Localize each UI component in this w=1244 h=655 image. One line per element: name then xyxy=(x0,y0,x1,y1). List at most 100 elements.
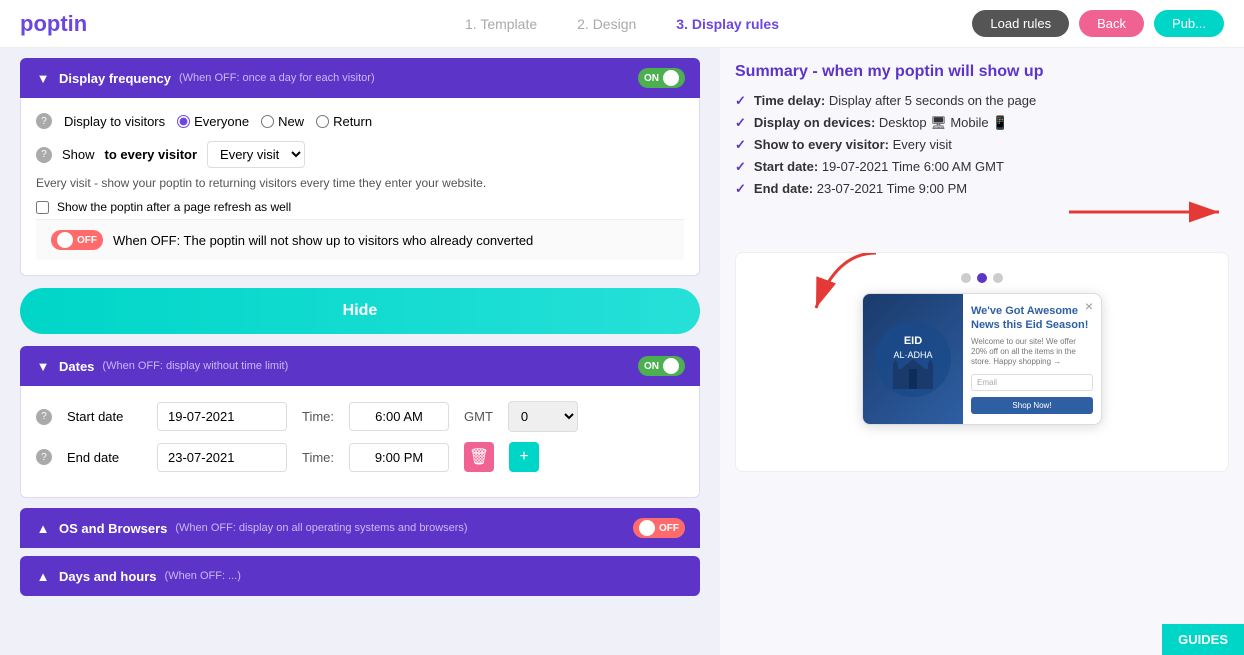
visitor-radio-group: Everyone New Return xyxy=(177,114,372,129)
preview-dot-1 xyxy=(961,273,971,283)
summary-item-1: ✓ Time delay: Display after 5 seconds on… xyxy=(735,93,1229,109)
os-toggle[interactable]: OFF xyxy=(633,518,685,538)
header-actions: Load rules Back Pub... xyxy=(972,10,1224,37)
display-visitors-help-icon[interactable]: ? xyxy=(36,113,52,129)
days-title: ▲ Days and hours (When OFF: ...) xyxy=(35,568,241,584)
arrow-right-icon xyxy=(1059,192,1239,232)
logo: poptin xyxy=(20,11,87,37)
dates-section: ▼ Dates (When OFF: display without time … xyxy=(20,346,700,498)
popup-shop-button[interactable]: Shop Now! xyxy=(971,397,1093,414)
delete-date-button[interactable]: 🗑 xyxy=(464,442,494,472)
show-visitor-help-icon[interactable]: ? xyxy=(36,147,52,163)
radio-new[interactable]: New xyxy=(261,114,304,129)
preview-dot-3 xyxy=(993,273,1003,283)
summary-text-1: Display after 5 seconds on the page xyxy=(829,93,1036,108)
svg-text:EID: EID xyxy=(904,335,922,347)
dates-chevron-icon: ▼ xyxy=(35,358,51,374)
summary-bold-4: Start date: xyxy=(754,159,818,174)
converted-row: OFF When OFF: The poptin will not show u… xyxy=(36,219,684,260)
step-design[interactable]: 2. Design xyxy=(577,16,636,32)
preview-dot-2 xyxy=(977,273,987,283)
dates-header[interactable]: ▼ Dates (When OFF: display without time … xyxy=(20,346,700,386)
end-date-help-icon[interactable]: ? xyxy=(36,449,52,465)
page-refresh-checkbox[interactable] xyxy=(36,201,49,214)
end-date-input[interactable] xyxy=(157,443,287,472)
popup-email-input: Email xyxy=(971,374,1093,391)
converted-toggle[interactable]: OFF xyxy=(51,230,103,250)
nav-steps: 1. Template 2. Design 3. Display rules xyxy=(465,16,779,32)
os-subtitle: (When OFF: display on all operating syst… xyxy=(175,522,467,534)
display-visitors-row: ? Display to visitors Everyone New xyxy=(36,113,684,129)
radio-return[interactable]: Return xyxy=(316,114,372,129)
days-subtitle: (When OFF: ...) xyxy=(165,570,241,582)
display-frequency-toggle[interactable]: ON xyxy=(638,68,685,88)
dates-toggle[interactable]: ON xyxy=(638,356,685,376)
popup-content: EID AL·ADHA xyxy=(863,294,1101,424)
os-chevron-icon: ▲ xyxy=(35,520,51,536)
gmt-label: GMT xyxy=(464,409,493,424)
dates-title: ▼ Dates (When OFF: display without time … xyxy=(35,358,288,374)
display-frequency-body: ? Display to visitors Everyone New xyxy=(20,98,700,276)
display-frequency-title: ▼ Display frequency (When OFF: once a da… xyxy=(35,70,375,86)
start-date-label: Start date xyxy=(67,409,142,424)
toggle-label: ON xyxy=(644,73,659,84)
display-frequency-subtitle: (When OFF: once a day for each visitor) xyxy=(179,72,375,84)
main-layout: ▼ Display frequency (When OFF: once a da… xyxy=(0,48,1244,655)
converted-toggle-label: OFF xyxy=(77,235,97,246)
header: poptin 1. Template 2. Design 3. Display … xyxy=(0,0,1244,48)
step-template[interactable]: 1. Template xyxy=(465,16,537,32)
popup-close-icon[interactable]: × xyxy=(1085,298,1093,314)
start-date-help-icon[interactable]: ? xyxy=(36,409,52,425)
display-to-label: Display to visitors xyxy=(64,114,165,129)
os-header[interactable]: ▲ OS and Browsers (When OFF: display on … xyxy=(20,508,700,548)
preview-area: × EID AL·ADHA xyxy=(735,252,1229,472)
svg-text:AL·ADHA: AL·ADHA xyxy=(893,350,932,360)
eid-logo-svg: EID AL·ADHA xyxy=(873,314,953,404)
show-visitor-row: ? Show to every visitor Every visit Once… xyxy=(36,141,684,168)
summary-bold-5: End date: xyxy=(754,181,813,196)
summary-item-4: ✓ Start date: 19-07-2021 Time 6:00 AM GM… xyxy=(735,159,1229,175)
popup-image: EID AL·ADHA xyxy=(863,294,963,424)
start-date-input[interactable] xyxy=(157,402,287,431)
end-date-label: End date xyxy=(67,450,142,465)
hide-button[interactable]: Hide xyxy=(20,288,700,334)
start-time-input[interactable] xyxy=(349,402,449,431)
summary-bold-2: Display on devices: xyxy=(754,115,875,130)
summary-bold-1: Time delay: xyxy=(754,93,825,108)
days-chevron-icon: ▲ xyxy=(35,568,51,584)
popup-preview: × EID AL·ADHA xyxy=(862,293,1102,425)
step-display-rules[interactable]: 3. Display rules xyxy=(676,16,779,32)
gmt-select[interactable]: 0 1 -1 xyxy=(508,401,578,432)
summary-text-3: Every visit xyxy=(893,137,952,152)
toggle-circle xyxy=(663,70,679,86)
days-header[interactable]: ▲ Days and hours (When OFF: ...) OFF xyxy=(20,556,700,596)
show-bold-label: to every visitor xyxy=(105,147,198,162)
radio-everyone[interactable]: Everyone xyxy=(177,114,249,129)
os-section: ▲ OS and Browsers (When OFF: display on … xyxy=(20,508,700,548)
end-time-input[interactable] xyxy=(349,443,449,472)
check-icon-1: ✓ xyxy=(735,93,746,109)
check-icon-2: ✓ xyxy=(735,115,746,131)
publish-button[interactable]: Pub... xyxy=(1154,10,1224,37)
dates-subtitle: (When OFF: display without time limit) xyxy=(102,360,288,372)
guides-button[interactable]: GUIDES xyxy=(1162,624,1244,655)
summary-item-2: ✓ Display on devices: Desktop 🖥 Mobile 📱 xyxy=(735,115,1229,131)
load-rules-button[interactable]: Load rules xyxy=(972,10,1069,37)
end-time-label: Time: xyxy=(302,450,334,465)
dates-toggle-label: ON xyxy=(644,361,659,372)
dates-toggle-circle xyxy=(663,358,679,374)
add-date-button[interactable]: + xyxy=(509,442,539,472)
visit-frequency-dropdown[interactable]: Every visit Once Twice xyxy=(207,141,305,168)
summary-title: Summary - when my poptin will show up xyxy=(735,63,1229,81)
start-time-label: Time: xyxy=(302,409,334,424)
back-button[interactable]: Back xyxy=(1079,10,1144,37)
summary-text-2: Desktop 🖥 Mobile 📱 xyxy=(879,115,1009,130)
page-refresh-label: Show the poptin after a page refresh as … xyxy=(57,200,291,214)
end-date-row: ? End date Time: 🗑 + xyxy=(36,442,684,472)
check-icon-4: ✓ xyxy=(735,159,746,175)
display-frequency-header[interactable]: ▼ Display frequency (When OFF: once a da… xyxy=(20,58,700,98)
check-icon-5: ✓ xyxy=(735,181,746,197)
os-title: ▲ OS and Browsers (When OFF: display on … xyxy=(35,520,468,536)
dates-body: ? Start date Time: GMT 0 1 -1 ? End date xyxy=(20,386,700,498)
left-panel: ▼ Display frequency (When OFF: once a da… xyxy=(0,48,720,655)
